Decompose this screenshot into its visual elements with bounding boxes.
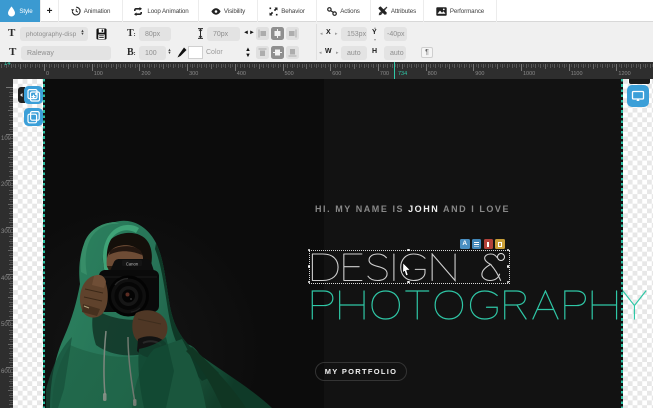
svg-text:Canon: Canon bbox=[126, 261, 139, 266]
